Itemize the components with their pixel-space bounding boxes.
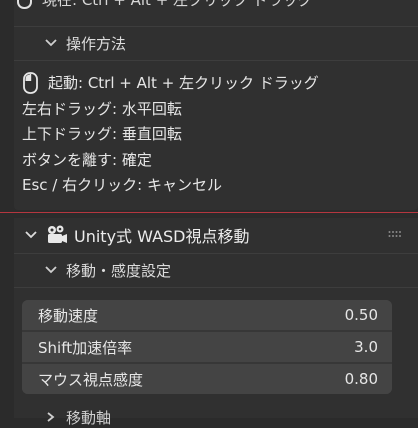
unity-panel-header[interactable]: Unity式 WASD視点移動: [14, 218, 418, 252]
help-line-cancel: Esc / 右クリック: キャンセル: [22, 172, 319, 198]
help-line-horizontal: 左右ドラッグ: 水平回転: [22, 96, 319, 122]
help-line-text: 上下ドラッグ: 垂直回転: [22, 125, 182, 144]
shift-multiplier-label: Shift加速倍率: [38, 338, 133, 357]
help-line-vertical: 上下ドラッグ: 垂直回転: [22, 121, 319, 147]
operation-help-list: 起動: Ctrl + Alt + 左クリック ドラッグ 左右ドラッグ: 水平回転…: [22, 70, 319, 198]
unity-panel-title: Unity式 WASD視点移動: [74, 227, 250, 246]
current-binding-row: 現在: Ctrl + Alt + 左クリック ドラッグ: [16, 0, 313, 9]
mouse-sensitivity-value: 0.80: [344, 370, 378, 388]
property-group: 移動速度 0.50 Shift加速倍率 3.0 マウス視点感度 0.80: [22, 300, 392, 394]
movement-sensitivity-label: 移動・感度設定: [66, 261, 172, 280]
operation-subheader-label: 操作方法: [66, 34, 127, 53]
operation-subheader[interactable]: 操作方法: [44, 30, 126, 56]
chevron-down-icon: [45, 266, 57, 274]
camera-icon: [48, 225, 67, 243]
separator: [14, 287, 418, 288]
mouse-icon: [17, 0, 32, 9]
drag-handle-icon[interactable]: [388, 230, 402, 238]
move-speed-label: 移動速度: [38, 306, 99, 325]
help-line-text: ボタンを離す: 確定: [22, 150, 152, 169]
mouse-sensitivity-label: マウス視点感度: [38, 370, 144, 389]
chevron-down-icon: [25, 231, 37, 239]
current-binding-text: 現在: Ctrl + Alt + 左クリック ドラッグ: [42, 0, 313, 10]
separator: [14, 253, 418, 254]
mouse-sensitivity-field[interactable]: マウス視点感度 0.80: [22, 364, 392, 394]
chevron-down-icon: [45, 39, 57, 47]
help-line-start: 起動: Ctrl + Alt + 左クリック ドラッグ: [22, 70, 319, 96]
help-line-text: 起動: Ctrl + Alt + 左クリック ドラッグ: [48, 74, 319, 93]
help-line-text: Esc / 右クリック: キャンセル: [22, 176, 222, 195]
shift-multiplier-field[interactable]: Shift加速倍率 3.0: [22, 332, 392, 364]
separator: [14, 60, 418, 61]
move-speed-value: 0.50: [344, 306, 378, 324]
help-line-confirm: ボタンを離す: 確定: [22, 147, 319, 173]
movement-sensitivity-subheader[interactable]: 移動・感度設定: [44, 257, 171, 283]
chevron-right-icon: [47, 412, 55, 422]
shift-multiplier-value: 3.0: [354, 338, 378, 356]
active-divider: [0, 212, 418, 213]
mouse-left-click-icon: [23, 71, 38, 94]
movement-axis-label: 移動軸: [66, 408, 112, 427]
help-line-text: 左右ドラッグ: 水平回転: [22, 99, 182, 118]
move-speed-field[interactable]: 移動速度 0.50: [22, 300, 392, 332]
movement-axis-subheader[interactable]: 移動軸: [44, 408, 112, 427]
separator: [14, 26, 418, 27]
